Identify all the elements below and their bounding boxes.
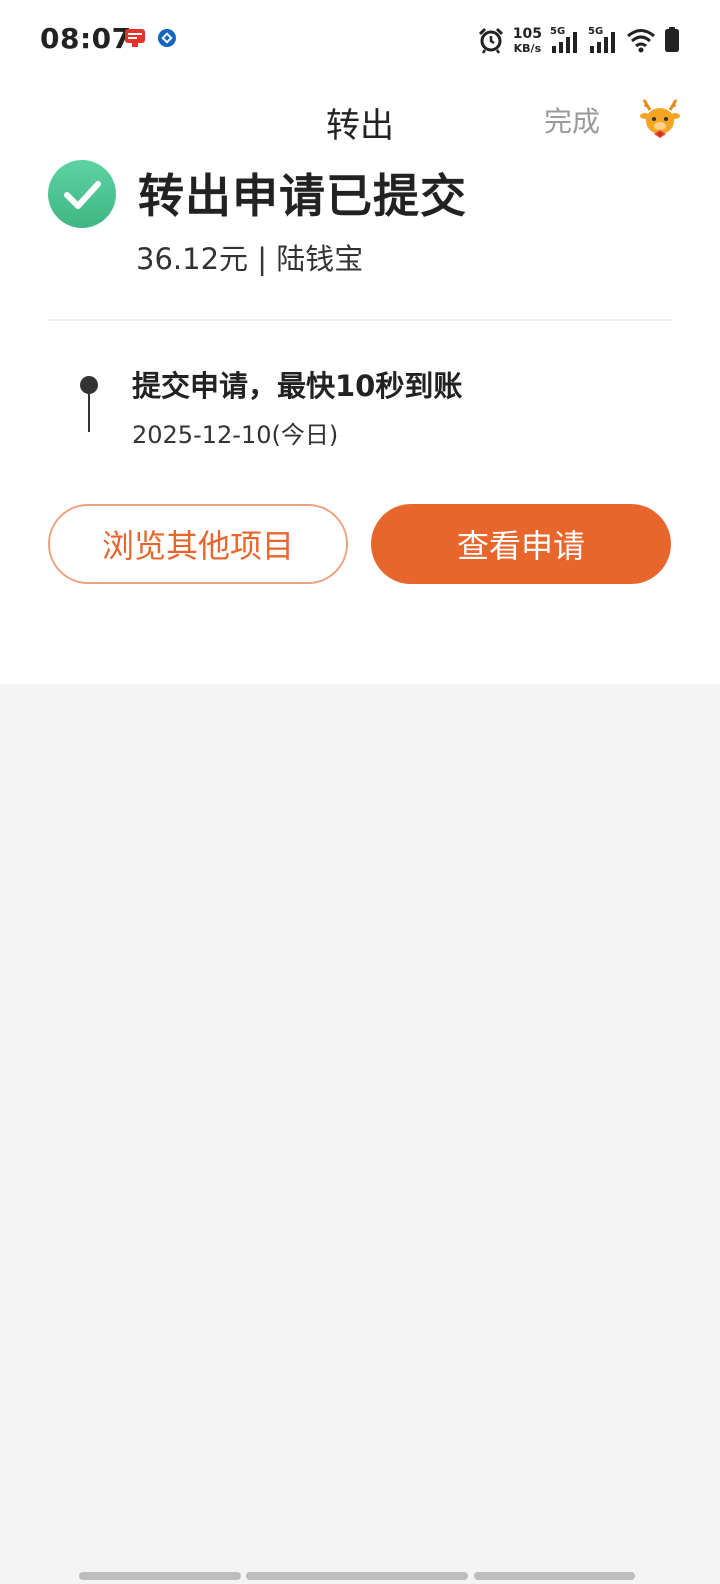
signal-2: 5G (588, 26, 618, 54)
battery-icon (665, 27, 679, 52)
timeline-step-date: 2025-12-10(今日) (132, 421, 339, 449)
page-title: 转出 (326, 106, 394, 146)
top-bar: 转出 完成 (0, 90, 720, 150)
app-notification-icon (125, 29, 145, 47)
bank-notification-icon (158, 29, 176, 47)
nav-handle-left[interactable] (79, 1572, 241, 1580)
screen: 08:07 105 KB/s 5G 5G 转出 完成 转出申请已提交 36.12… (0, 0, 720, 1584)
timeline-step-title: 提交申请，最快10秒到账 (132, 369, 463, 403)
done-button[interactable]: 完成 (544, 100, 600, 140)
alarm-icon (478, 27, 503, 54)
browse-other-projects-button[interactable]: 浏览其他项目 (48, 504, 348, 584)
wifi-icon (627, 29, 655, 53)
divider (48, 319, 672, 321)
amount-summary: 36.12元 | 陆钱宝 (136, 242, 364, 276)
success-check-icon (48, 160, 116, 228)
status-bar: 08:07 105 KB/s 5G 5G (0, 0, 720, 80)
signal-1: 5G (550, 26, 580, 54)
network-speed: 105 KB/s (513, 27, 542, 54)
signal-1-label: 5G (550, 26, 566, 37)
view-application-button[interactable]: 查看申请 (371, 504, 671, 584)
net-speed-unit: KB/s (513, 41, 542, 55)
status-right: 105 KB/s 5G 5G (477, 24, 680, 56)
deer-mascot-icon[interactable] (638, 96, 682, 140)
nav-handle-center[interactable] (246, 1572, 468, 1580)
result-title: 转出申请已提交 (138, 169, 467, 223)
timeline-line (88, 390, 90, 432)
net-speed-value: 105 (512, 25, 542, 42)
status-time: 08:07 (40, 22, 132, 55)
nav-handle-right[interactable] (474, 1572, 635, 1580)
signal-2-label: 5G (588, 26, 604, 37)
